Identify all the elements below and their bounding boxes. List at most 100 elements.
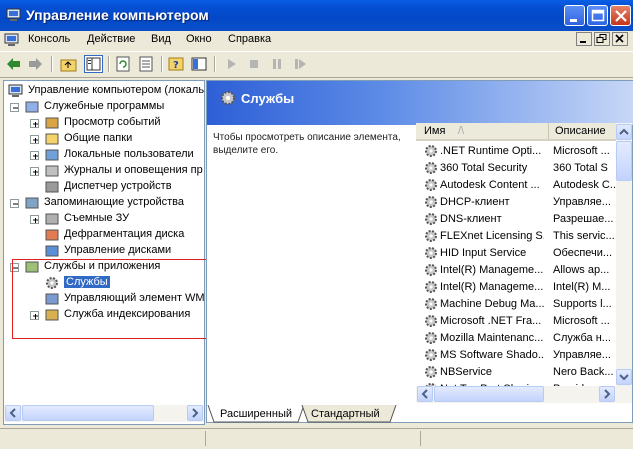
- up-folder-icon: [60, 59, 77, 72]
- expand-icon[interactable]: [30, 151, 39, 160]
- service-row[interactable]: .NET Runtime Opti... Microsoft ...: [420, 143, 616, 160]
- column-description[interactable]: Описание: [555, 125, 606, 137]
- start-service-button[interactable]: [222, 55, 241, 73]
- help-button[interactable]: ?: [167, 55, 186, 73]
- menu-action[interactable]: Действие: [87, 33, 135, 45]
- service-description: Управляе...: [553, 349, 611, 361]
- service-row[interactable]: HID Input Service Обеспечи...: [420, 245, 616, 262]
- title-bar[interactable]: Управление компьютером: [0, 0, 633, 31]
- service-row[interactable]: Mozilla Maintenanc... Служба н...: [420, 330, 616, 347]
- service-gear-icon: [423, 262, 439, 279]
- sort-up-icon: /\: [458, 125, 465, 137]
- storage-icon: [24, 195, 40, 211]
- forward-arrow-icon: [29, 58, 42, 70]
- restart-service-button[interactable]: [291, 55, 310, 73]
- tools-icon: [24, 99, 40, 115]
- menu-console[interactable]: Консоль: [28, 33, 70, 45]
- service-row[interactable]: Intel(R) Manageme... Intel(R) M...: [420, 279, 616, 296]
- tree-item-label: Локальные пользователи: [64, 148, 194, 160]
- mmc-view-button[interactable]: [190, 55, 209, 73]
- service-row[interactable]: Machine Debug Ma... Supports l...: [420, 296, 616, 313]
- tree-item[interactable]: Управление дисками: [4, 243, 204, 259]
- highlight-box: [12, 259, 215, 339]
- tree-item[interactable]: Съемные ЗУ: [4, 211, 204, 227]
- service-row[interactable]: MS Software Shado... Управляе...: [420, 347, 616, 364]
- scroll-down-icon[interactable]: [616, 369, 632, 385]
- scroll-thumb[interactable]: [22, 405, 154, 421]
- tree-root-label: Управление компьютером (локаль: [28, 84, 205, 96]
- service-description: Supports l...: [553, 298, 612, 310]
- tree-item[interactable]: Просмотр событий: [4, 115, 204, 131]
- tree-item-label: Общие папки: [64, 132, 133, 144]
- minimize-icon: [580, 41, 586, 43]
- expand-icon[interactable]: [30, 215, 39, 224]
- expand-icon[interactable]: [30, 167, 39, 176]
- mmc-window: Управление компьютером Консоль Действие …: [0, 0, 633, 449]
- up-button[interactable]: [59, 55, 78, 73]
- service-row[interactable]: Microsoft .NET Fra... Microsoft ...: [420, 313, 616, 330]
- service-gear-icon: [423, 347, 439, 364]
- scroll-thumb[interactable]: [616, 141, 632, 181]
- tree-item-label: Съемные ЗУ: [64, 212, 130, 224]
- forward-button[interactable]: [26, 55, 45, 73]
- menu-window[interactable]: Окно: [186, 33, 212, 45]
- service-gear-icon: [423, 228, 439, 245]
- child-minimize-button[interactable]: [576, 32, 592, 46]
- restart-icon: [295, 59, 306, 69]
- tree-item[interactable]: Общие папки: [4, 131, 204, 147]
- collapse-icon[interactable]: [10, 199, 19, 208]
- service-row[interactable]: DHCP-клиент Управляе...: [420, 194, 616, 211]
- show-hide-tree-icon: [86, 57, 101, 71]
- tab-standard[interactable]: Стандартный: [311, 408, 380, 425]
- service-name: NBService: [440, 366, 492, 378]
- service-description: Intel(R) M...: [553, 281, 611, 293]
- tree-item[interactable]: Локальные пользователи: [4, 147, 204, 163]
- service-gear-icon: [423, 177, 439, 194]
- menu-view[interactable]: Вид: [151, 33, 171, 45]
- refresh-button[interactable]: [114, 55, 133, 73]
- stop-service-button[interactable]: [245, 55, 264, 73]
- status-bar: [0, 428, 633, 449]
- service-row[interactable]: DNS-клиент Разрешае...: [420, 211, 616, 228]
- scroll-right-icon[interactable]: [187, 405, 203, 421]
- scroll-left-icon[interactable]: [417, 386, 433, 402]
- maximize-button[interactable]: [587, 5, 608, 26]
- scroll-thumb[interactable]: [434, 386, 544, 402]
- child-window-icon[interactable]: [4, 33, 20, 50]
- minimize-button[interactable]: [564, 5, 585, 26]
- service-row[interactable]: NBService Nero Back...: [420, 364, 616, 381]
- service-row[interactable]: FLEXnet Licensing S... This servic...: [420, 228, 616, 245]
- child-restore-button[interactable]: [594, 32, 610, 46]
- tree-item[interactable]: Журналы и оповещения пр: [4, 163, 204, 179]
- back-button[interactable]: [4, 55, 23, 73]
- close-button[interactable]: [610, 5, 631, 26]
- tree-horizontal-scrollbar[interactable]: [4, 405, 204, 422]
- collapse-icon[interactable]: [10, 103, 19, 112]
- service-gear-icon: [423, 330, 439, 347]
- service-row[interactable]: Autodesk Content ... Autodesk C...: [420, 177, 616, 194]
- expand-icon[interactable]: [30, 135, 39, 144]
- service-description: Autodesk C...: [553, 179, 616, 191]
- tab-extended[interactable]: Расширенный: [220, 408, 292, 425]
- scroll-up-icon[interactable]: [616, 124, 632, 140]
- service-row[interactable]: Intel(R) Manageme... Allows ap...: [420, 262, 616, 279]
- list-horizontal-scrollbar[interactable]: [416, 386, 616, 403]
- child-close-button[interactable]: [612, 32, 628, 46]
- pause-service-button[interactable]: [268, 55, 287, 73]
- tree-item[interactable]: Служебные программы: [4, 99, 204, 115]
- menu-help[interactable]: Справка: [228, 33, 271, 45]
- tree-item[interactable]: Дефрагментация диска: [4, 227, 204, 243]
- show-tree-button[interactable]: [84, 55, 103, 73]
- service-row[interactable]: 360 Total Security 360 Total S: [420, 160, 616, 177]
- service-gear-icon: [423, 160, 439, 177]
- device-manager-icon: [44, 179, 60, 195]
- scroll-left-icon[interactable]: [5, 405, 21, 421]
- tree-item[interactable]: Запоминающие устройства: [4, 195, 204, 211]
- list-vertical-scrollbar[interactable]: [616, 123, 632, 403]
- scroll-right-icon[interactable]: [599, 386, 615, 402]
- column-name[interactable]: Имя: [424, 125, 445, 137]
- expand-icon[interactable]: [30, 119, 39, 128]
- export-list-button[interactable]: [137, 55, 156, 73]
- tree-item[interactable]: Диспетчер устройств: [4, 179, 204, 195]
- service-name: DHCP-клиент: [440, 196, 510, 208]
